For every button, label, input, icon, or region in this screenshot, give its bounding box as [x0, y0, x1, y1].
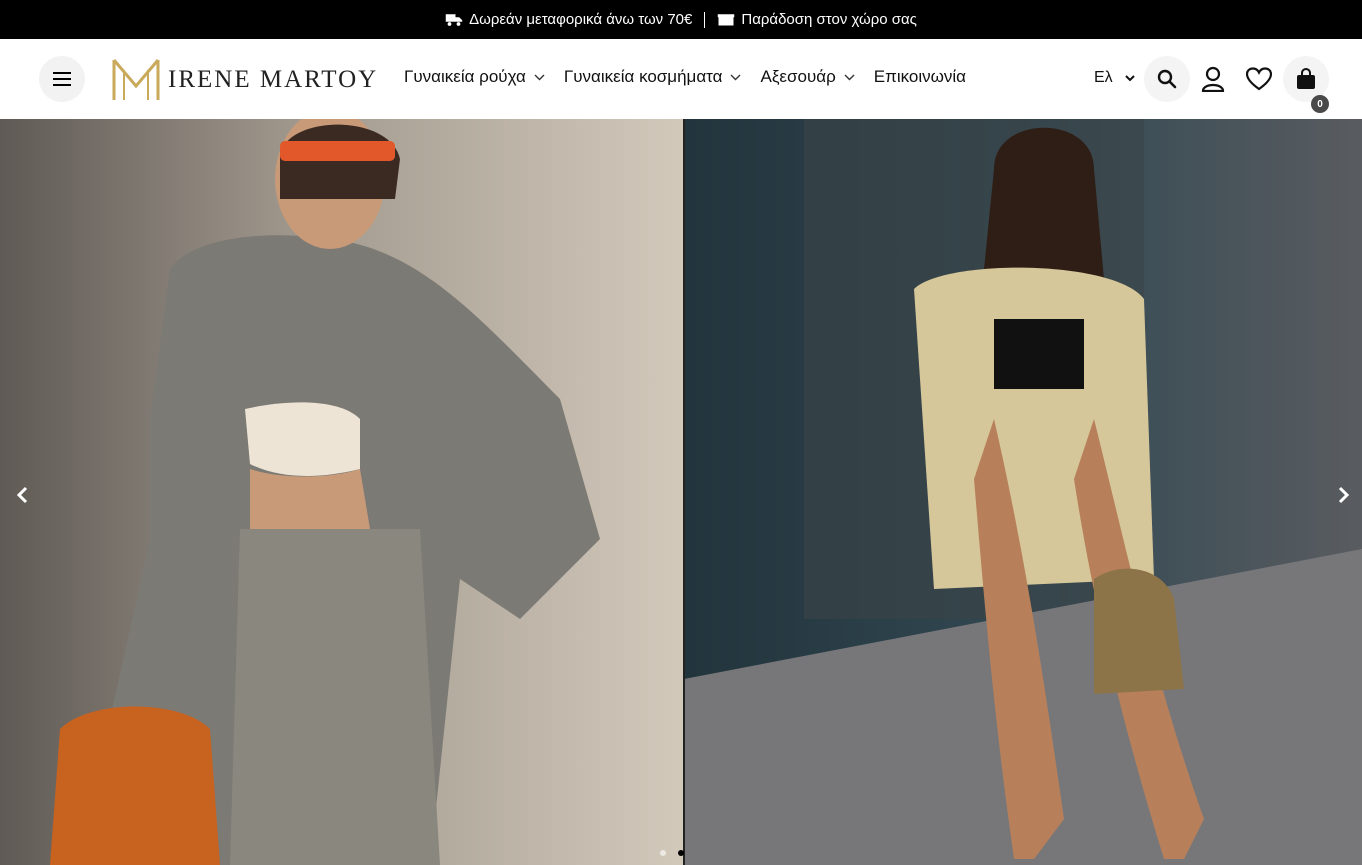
truck-icon — [445, 14, 463, 26]
slider-prev-button[interactable] — [10, 481, 34, 509]
slider-dot-active[interactable] — [678, 850, 684, 856]
search-icon — [1157, 69, 1177, 89]
language-selector[interactable]: Ελ — [1094, 69, 1135, 87]
menu-icon — [53, 72, 71, 86]
wishlist-button[interactable] — [1242, 62, 1276, 96]
hero-photo-checked-suit — [684, 119, 1362, 865]
delivery-message: Παράδοση στον χώρο σας — [717, 11, 917, 28]
nav-item-womens-jewelry[interactable]: Γυναικεία κοσμήματα — [564, 67, 742, 87]
bag-icon — [1297, 68, 1315, 89]
shipping-message: Δωρεάν μεταφορικά άνω των 70€ — [445, 11, 692, 28]
announcement-bar: Δωρεάν μεταφορικά άνω των 70€ Παράδοση σ… — [0, 0, 1362, 39]
chevron-down-icon — [534, 74, 545, 80]
chevron-right-icon — [1338, 486, 1350, 504]
hero-slider — [0, 119, 1362, 865]
chevron-down-icon — [1124, 74, 1135, 81]
chevron-down-icon — [730, 74, 741, 80]
slide-divider — [683, 119, 685, 865]
account-button[interactable] — [1196, 62, 1230, 96]
search-button[interactable] — [1144, 56, 1190, 102]
hero-slide-image[interactable] — [0, 119, 684, 865]
nav-item-label: Γυναικεία κοσμήματα — [563, 67, 723, 86]
user-icon — [1201, 66, 1225, 92]
nav-item-label: Γυναικεία ρούχα — [404, 67, 526, 86]
hero-photo-grey-suit — [0, 119, 684, 865]
site-header: IRENE MARTOY Γυναικεία ρούχα Γυναικεία κ… — [0, 39, 1362, 119]
main-nav: Γυναικεία ρούχα Γυναικεία κοσμήματα Αξεσ… — [404, 67, 966, 87]
shipping-text: Δωρεάν μεταφορικά άνω των 70€ — [469, 11, 693, 28]
chevron-left-icon — [16, 486, 28, 504]
slider-pagination — [660, 850, 684, 856]
package-icon — [718, 14, 735, 26]
brand-logo[interactable]: IRENE MARTOY — [110, 56, 378, 104]
chevron-down-icon — [844, 74, 855, 80]
heart-icon — [1246, 67, 1272, 91]
cart-count-badge: 0 — [1311, 95, 1329, 113]
slider-next-button[interactable] — [1332, 481, 1356, 509]
nav-item-womens-clothing[interactable]: Γυναικεία ρούχα — [404, 67, 545, 87]
nav-item-label: Επικοινωνία — [873, 67, 967, 86]
hero-slide-image[interactable] — [684, 119, 1362, 865]
language-label: Ελ — [1094, 69, 1113, 86]
slider-dot[interactable] — [660, 850, 666, 856]
delivery-text: Παράδοση στον χώρο σας — [741, 11, 917, 28]
menu-button[interactable] — [39, 56, 85, 102]
announcement-divider — [704, 11, 706, 28]
nav-item-accessories[interactable]: Αξεσουάρ — [760, 67, 855, 87]
nav-item-contact[interactable]: Επικοινωνία — [874, 67, 966, 87]
nav-item-label: Αξεσουάρ — [760, 67, 836, 86]
brand-name: IRENE MARTOY — [168, 66, 379, 93]
brand-monogram-icon — [112, 59, 160, 100]
